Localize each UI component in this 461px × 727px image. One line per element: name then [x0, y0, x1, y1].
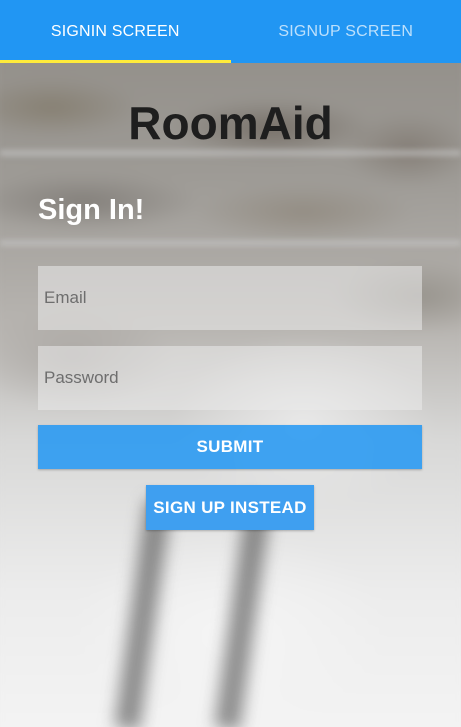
tab-signin-label: SIGNIN SCREEN [50, 22, 180, 40]
password-field[interactable] [38, 346, 422, 410]
sign-up-instead-button[interactable]: SIGN UP INSTEAD [146, 485, 314, 530]
tab-signup[interactable]: SIGNUP SCREEN [231, 0, 461, 63]
signin-form: RoomAid Sign In! SUBMIT SIGN UP INSTEAD [0, 0, 461, 727]
top-tab-bar: SIGNIN SCREEN SIGNUP SCREEN [0, 0, 461, 63]
email-field[interactable] [38, 266, 422, 330]
signin-heading: Sign In! [38, 194, 145, 226]
tab-signup-label: SIGNUP SCREEN [278, 22, 414, 40]
submit-button[interactable]: SUBMIT [38, 425, 422, 469]
app-title: RoomAid [128, 97, 333, 149]
tab-signin[interactable]: SIGNIN SCREEN [0, 0, 231, 63]
signin-screen: SIGNIN SCREEN SIGNUP SCREEN RoomAid Sign… [0, 0, 461, 727]
